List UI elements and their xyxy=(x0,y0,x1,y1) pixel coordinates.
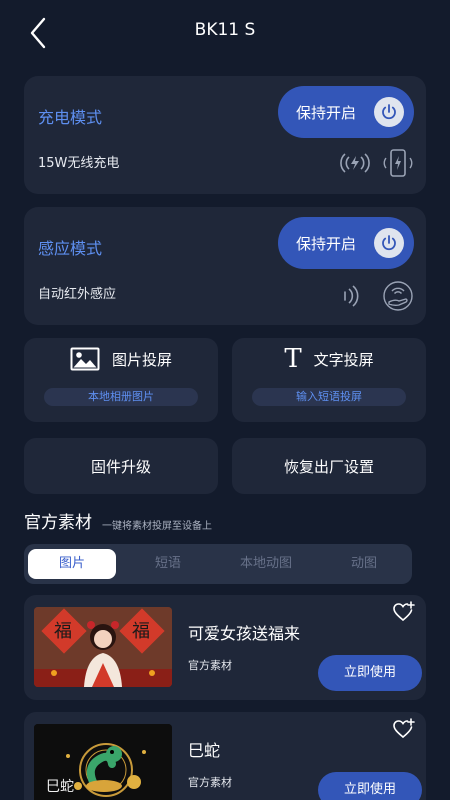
factory-reset-button[interactable]: 恢复出厂设置 xyxy=(232,438,426,494)
phone-charging-icon xyxy=(383,149,413,177)
material-source: 官方素材 xyxy=(188,776,232,789)
wireless-charging-icon xyxy=(340,153,370,173)
use-now-button[interactable]: 立即使用 xyxy=(318,772,422,800)
hand-sensor-icon xyxy=(383,281,413,311)
material-name: 可爱女孩送福来 xyxy=(188,624,301,643)
page-title: BK11 S xyxy=(194,20,256,40)
section-title: 官方素材 xyxy=(24,513,92,533)
material-thumbnail[interactable]: 福 福 xyxy=(34,607,172,687)
material-card: 福 福 可爱女孩送福来 官方素材 立即使用 xyxy=(24,595,426,700)
tab-local-gifs[interactable]: 本地动图 xyxy=(216,549,316,579)
input-phrase-button[interactable]: 输入短语投屏 xyxy=(252,388,406,406)
section-subtitle: 一键将素材投屏至设备上 xyxy=(102,521,212,532)
heart-plus-icon[interactable] xyxy=(392,601,416,623)
charge-keep-on-button[interactable]: 保持开启 xyxy=(278,86,414,138)
tab-images[interactable]: 图片 xyxy=(28,549,116,579)
heart-plus-icon[interactable] xyxy=(392,718,416,740)
power-icon xyxy=(374,97,404,127)
charge-keep-on-label: 保持开启 xyxy=(296,103,357,122)
use-now-button[interactable]: 立即使用 xyxy=(318,655,422,691)
image-cast-title: 图片投屏 xyxy=(111,350,172,369)
sense-keep-on-button[interactable]: 保持开启 xyxy=(278,217,414,269)
sense-mode-subtitle: 自动红外感应 xyxy=(38,287,117,302)
charge-mode-card: 充电模式 15W无线充电 保持开启 xyxy=(24,76,426,194)
thumbnail-char: 福 xyxy=(54,621,72,642)
text-cast-tile[interactable]: T 文字投屏 输入短语投屏 xyxy=(232,338,426,422)
image-icon xyxy=(70,347,100,371)
infrared-signal-icon xyxy=(344,285,359,307)
material-thumbnail[interactable]: 巳蛇 xyxy=(34,724,172,800)
tab-gifs[interactable]: 动图 xyxy=(320,549,408,579)
charge-mode-subtitle: 15W无线充电 xyxy=(38,156,120,171)
material-source: 官方素材 xyxy=(188,659,232,672)
thumbnail-text: 巳蛇 xyxy=(46,779,74,795)
material-card: 巳蛇 巳蛇 官方素材 立即使用 xyxy=(24,712,426,800)
charge-mode-title: 充电模式 xyxy=(38,108,103,127)
text-icon: T xyxy=(284,344,302,374)
material-name: 巳蛇 xyxy=(188,741,221,760)
image-cast-tile[interactable]: 图片投屏 本地相册图片 xyxy=(24,338,218,422)
material-tabs: 图片 短语 本地动图 动图 xyxy=(24,544,412,584)
text-cast-title: 文字投屏 xyxy=(313,350,374,369)
local-album-button[interactable]: 本地相册图片 xyxy=(44,388,198,406)
tab-phrases[interactable]: 短语 xyxy=(124,549,212,579)
sense-keep-on-label: 保持开启 xyxy=(296,234,357,253)
thumbnail-char: 福 xyxy=(132,621,150,642)
top-bar: BK11 S xyxy=(0,0,450,64)
firmware-upgrade-button[interactable]: 固件升级 xyxy=(24,438,218,494)
sense-mode-title: 感应模式 xyxy=(38,239,103,258)
sense-mode-card: 感应模式 自动红外感应 保持开启 xyxy=(24,207,426,325)
power-icon xyxy=(374,228,404,258)
